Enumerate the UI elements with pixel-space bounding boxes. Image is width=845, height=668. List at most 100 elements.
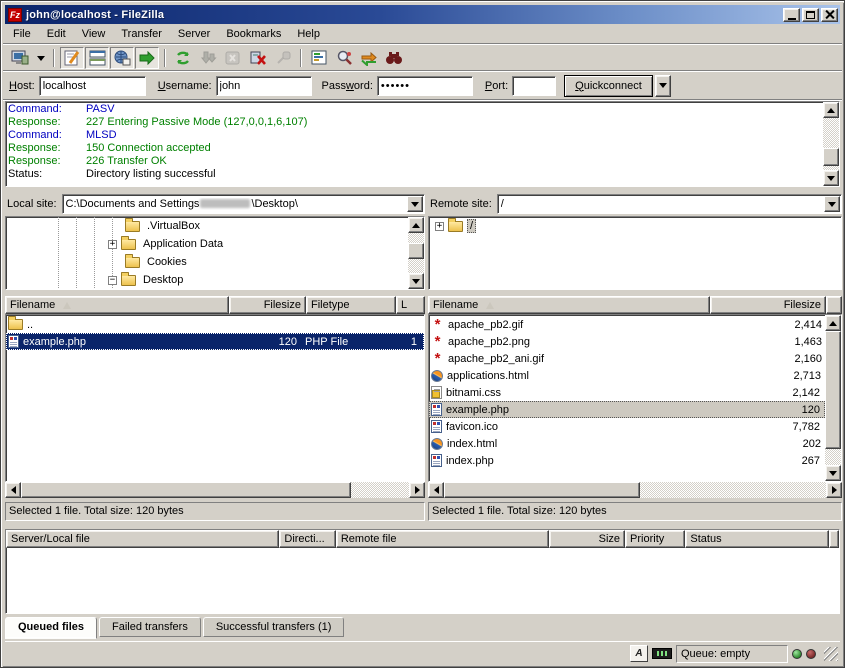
host-input[interactable] <box>39 76 146 96</box>
menu-help[interactable]: Help <box>289 26 328 42</box>
scrollbar-thumb[interactable] <box>21 482 351 498</box>
scrollbar-thumb[interactable] <box>408 243 424 259</box>
disconnect-button[interactable] <box>246 47 270 69</box>
toggle-remote-tree-button[interactable] <box>110 47 134 69</box>
menu-file[interactable]: File <box>5 26 39 42</box>
file-row[interactable]: *apache_pb2.png1,463 <box>429 333 825 350</box>
column-header-status[interactable]: Status <box>685 530 829 548</box>
collapse-icon[interactable]: − <box>108 276 117 285</box>
reconnect-button[interactable] <box>271 47 295 69</box>
scroll-left-button[interactable] <box>428 482 444 498</box>
toggle-transfer-queue-button[interactable] <box>135 47 159 69</box>
log-vertical-scrollbar[interactable] <box>823 102 839 186</box>
local-directory-tree[interactable]: .VirtualBox + Application Data Cookies −… <box>5 216 425 290</box>
file-row-parent-dir[interactable]: .. <box>6 316 424 333</box>
expand-icon[interactable]: + <box>435 222 444 231</box>
scroll-up-button[interactable] <box>825 315 841 331</box>
scroll-right-button[interactable] <box>409 482 425 498</box>
file-row[interactable]: applications.html2,713 <box>429 367 825 384</box>
process-queue-button[interactable] <box>196 47 220 69</box>
scrollbar-thumb[interactable] <box>823 148 839 166</box>
column-header-filename[interactable]: Filename <box>5 296 229 314</box>
scroll-up-button[interactable] <box>408 217 424 233</box>
local-horizontal-scrollbar[interactable] <box>5 482 425 498</box>
file-row[interactable]: *apache_pb2.gif2,414 <box>429 316 825 333</box>
site-manager-button[interactable] <box>8 47 32 69</box>
message-log[interactable]: Command:PASV Response:227 Entering Passi… <box>5 101 840 187</box>
toggle-message-log-button[interactable] <box>60 47 84 69</box>
column-header-filesize[interactable]: Filesize <box>710 296 826 314</box>
expand-icon[interactable]: + <box>108 240 117 249</box>
find-files-button[interactable] <box>382 47 406 69</box>
column-header-last-modified[interactable]: L <box>396 296 425 314</box>
directory-comparison-button[interactable] <box>332 47 356 69</box>
tree-item-cookies[interactable]: Cookies <box>6 253 408 271</box>
tree-item-desktop[interactable]: − Desktop <box>6 271 408 289</box>
password-input[interactable] <box>377 76 473 96</box>
local-site-combobox[interactable]: C:\Documents and Settings\Desktop\ <box>62 194 425 214</box>
remote-list-vertical-scrollbar[interactable] <box>825 315 841 481</box>
local-tree-vertical-scrollbar[interactable] <box>408 217 424 289</box>
tree-item-application-data[interactable]: + Application Data <box>6 235 408 253</box>
remote-site-combobox[interactable]: / <box>497 194 842 214</box>
resize-grip[interactable] <box>824 647 838 661</box>
remote-directory-tree[interactable]: + / <box>428 216 842 290</box>
column-header-remote-file[interactable]: Remote file <box>336 530 549 548</box>
column-header-size[interactable]: Size <box>549 530 625 548</box>
tab-failed-transfers[interactable]: Failed transfers <box>99 617 201 637</box>
remote-site-dropdown-button[interactable] <box>824 196 840 212</box>
remote-file-list[interactable]: *apache_pb2.gif2,414 *apache_pb2.png1,46… <box>428 314 842 482</box>
port-input[interactable] <box>512 76 556 96</box>
scroll-left-button[interactable] <box>5 482 21 498</box>
reconnect-icon <box>275 50 292 66</box>
scrollbar-thumb[interactable] <box>444 482 640 498</box>
remote-horizontal-scrollbar[interactable] <box>428 482 842 498</box>
username-input[interactable] <box>216 76 312 96</box>
menu-view[interactable]: View <box>74 26 114 42</box>
local-site-dropdown-button[interactable] <box>407 196 423 212</box>
column-header-direction[interactable]: Directi... <box>279 530 335 548</box>
maximize-button[interactable] <box>802 8 819 22</box>
scroll-right-button[interactable] <box>826 482 842 498</box>
column-header-filename[interactable]: Filename <box>428 296 710 314</box>
scroll-down-button[interactable] <box>825 465 841 481</box>
tree-item-root[interactable]: + / <box>429 217 841 235</box>
directory-filters-button[interactable] <box>307 47 331 69</box>
file-row[interactable]: index.html202 <box>429 435 825 452</box>
log-line: Response:226 Transfer OK <box>8 155 821 168</box>
refresh-button[interactable] <box>171 47 195 69</box>
local-file-list[interactable]: .. example.php 120 PHP File 1 <box>5 314 425 482</box>
scrollbar-thumb[interactable] <box>825 331 841 449</box>
column-header-filesize[interactable]: Filesize <box>229 296 306 314</box>
cancel-operation-button[interactable] <box>221 47 245 69</box>
quickconnect-dropdown-button[interactable] <box>655 75 671 97</box>
file-row-selected[interactable]: example.php120 <box>429 401 825 418</box>
file-row[interactable]: bitnami.css2,142 <box>429 384 825 401</box>
file-row[interactable]: index.php267 <box>429 452 825 469</box>
tab-queued-files[interactable]: Queued files <box>5 617 97 639</box>
transfer-queue[interactable]: Server/Local file Directi... Remote file… <box>5 529 840 614</box>
menu-server[interactable]: Server <box>170 26 218 42</box>
close-button[interactable] <box>821 8 838 22</box>
scroll-up-button[interactable] <box>823 102 839 118</box>
column-header-server-local-file[interactable]: Server/Local file <box>6 530 279 548</box>
site-manager-dropdown-button[interactable] <box>33 47 48 69</box>
file-row[interactable]: favicon.ico7,782 <box>429 418 825 435</box>
file-row-example-php[interactable]: example.php 120 PHP File 1 <box>6 333 424 350</box>
column-header-filetype[interactable]: Filetype <box>306 296 396 314</box>
quickconnect-button[interactable]: Quickconnect <box>564 75 653 97</box>
menu-edit[interactable]: Edit <box>39 26 74 42</box>
column-header-priority[interactable]: Priority <box>625 530 685 548</box>
scroll-down-button[interactable] <box>408 273 424 289</box>
minimize-button[interactable] <box>783 8 800 22</box>
tree-item-virtualbox[interactable]: .VirtualBox <box>6 217 408 235</box>
toggle-local-tree-button[interactable] <box>85 47 109 69</box>
file-row[interactable]: *apache_pb2_ani.gif2,160 <box>429 350 825 367</box>
local-site-row: Local site: C:\Documents and Settings\De… <box>5 194 425 214</box>
synchronized-browsing-button[interactable] <box>357 47 381 69</box>
scroll-down-button[interactable] <box>823 170 839 186</box>
tab-successful-transfers[interactable]: Successful transfers (1) <box>203 617 345 637</box>
menu-bookmarks[interactable]: Bookmarks <box>218 26 289 42</box>
html-file-icon <box>431 370 443 382</box>
menu-transfer[interactable]: Transfer <box>113 26 170 42</box>
